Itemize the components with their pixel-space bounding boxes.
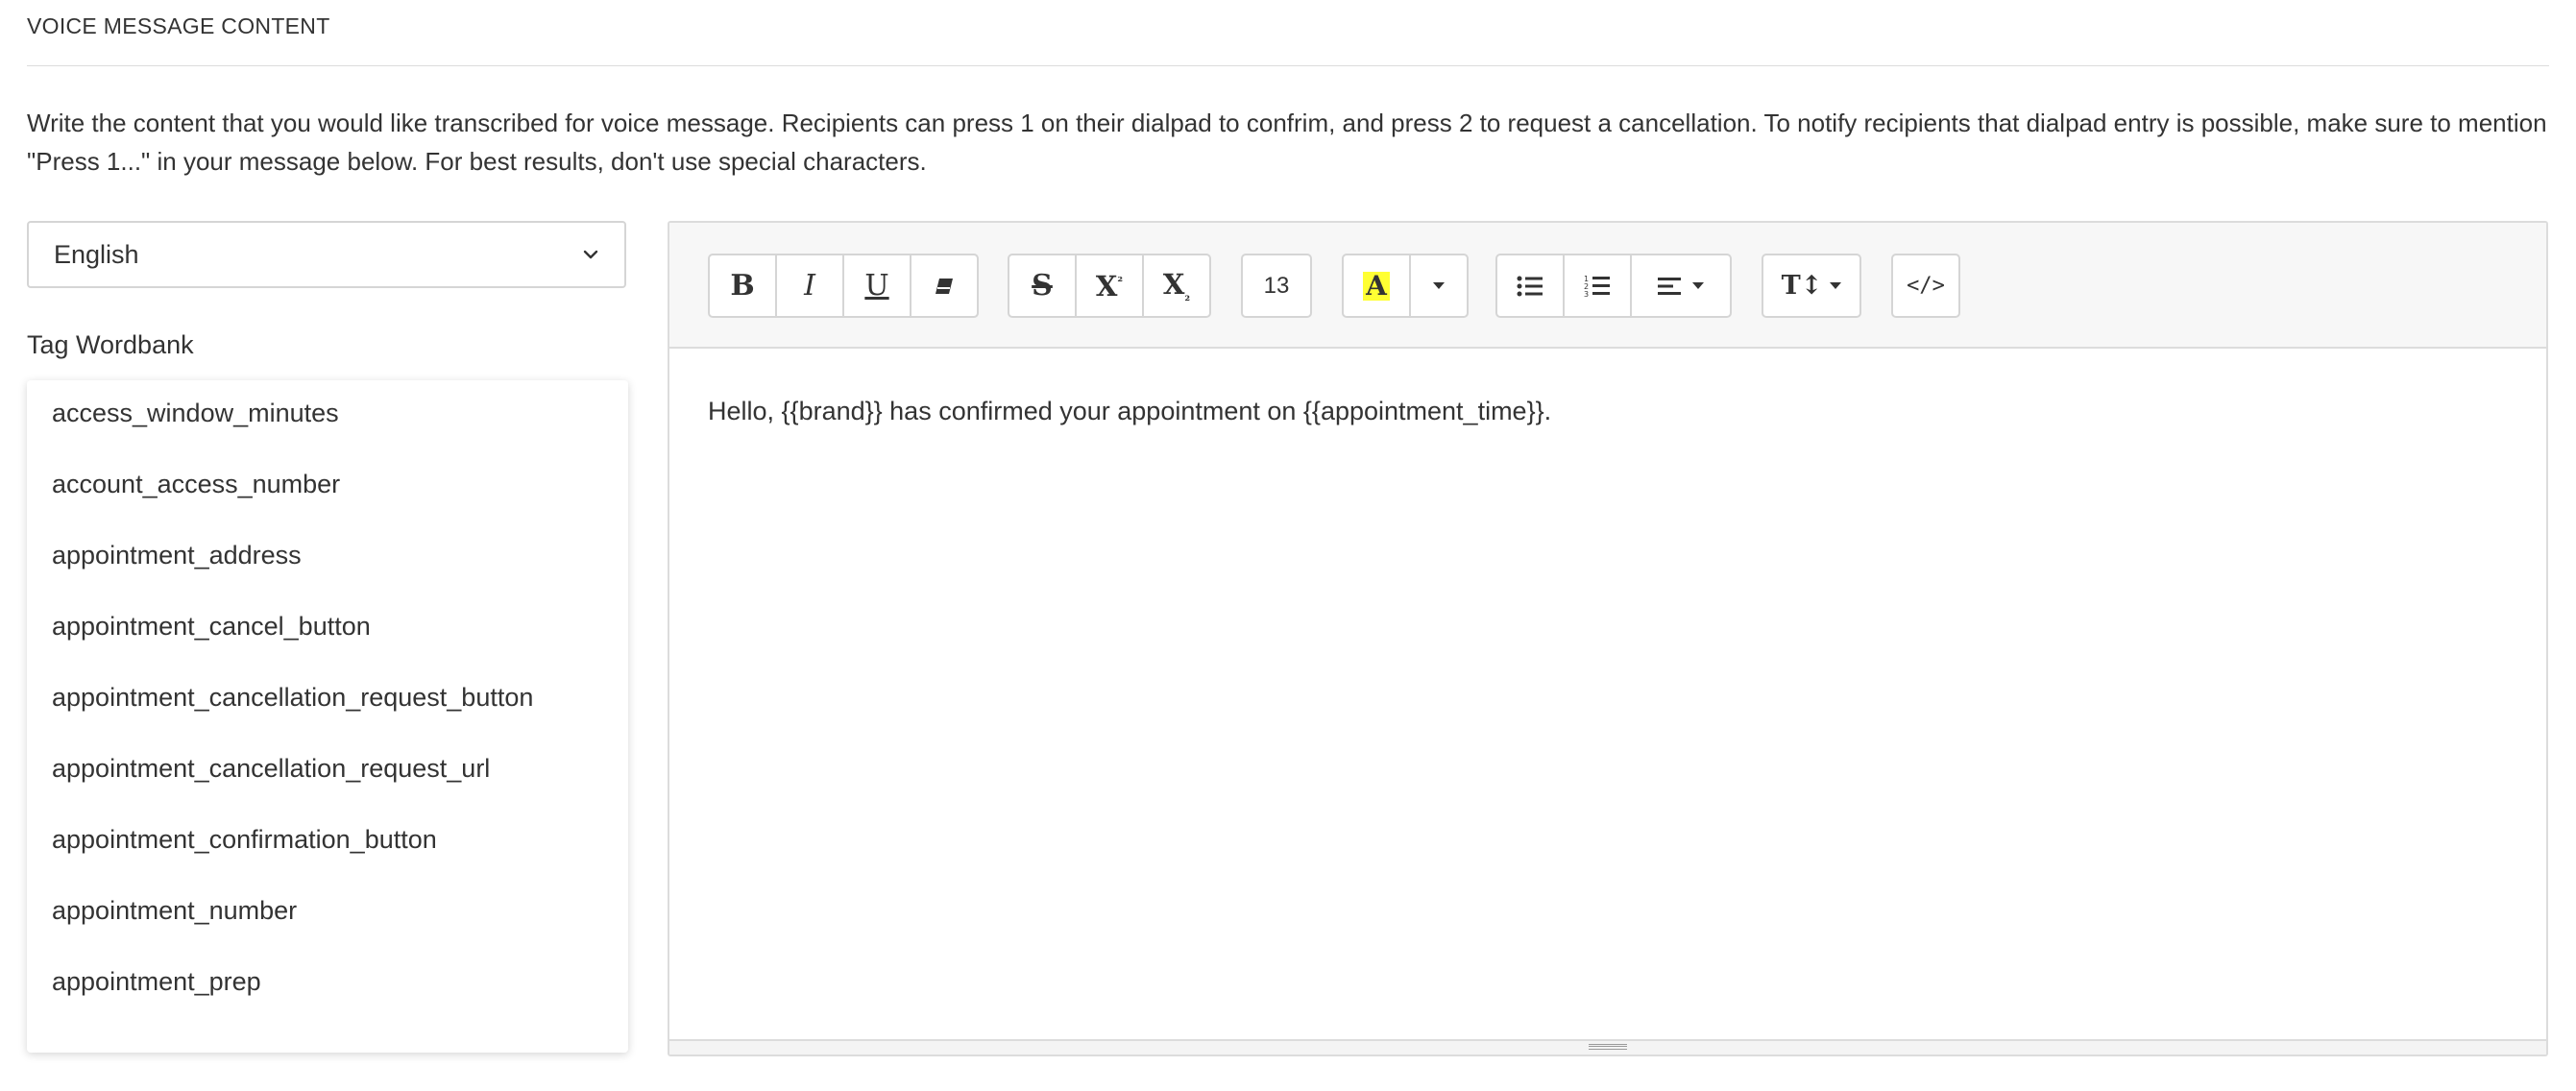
font-size-button[interactable]: 13 xyxy=(1241,254,1312,318)
language-select[interactable]: English xyxy=(27,221,626,288)
tag-wordbank-label: Tag Wordbank xyxy=(27,330,194,359)
section-description: Write the content that you would like tr… xyxy=(27,109,2547,176)
chevron-down-icon xyxy=(583,250,598,259)
highlight-color-button[interactable]: A xyxy=(1342,254,1411,318)
section-divider xyxy=(27,65,2549,66)
subscript-icon: X₂ xyxy=(1162,267,1191,304)
color-dropdown-button[interactable] xyxy=(1409,254,1469,318)
editor-content[interactable]: Hello, {{brand}} has confirmed your appo… xyxy=(708,392,2508,430)
code-view-button[interactable]: </> xyxy=(1891,254,1960,318)
caret-down-icon xyxy=(1830,282,1842,289)
tag-item-appointment-cancel-button[interactable]: appointment_cancel_button xyxy=(27,607,628,678)
strikethrough-icon: S xyxy=(1032,269,1053,303)
bold-icon: B xyxy=(730,269,755,303)
svg-text:3: 3 xyxy=(1584,290,1589,299)
section-title: VOICE MESSAGE CONTENT xyxy=(27,13,330,38)
clear-format-button[interactable] xyxy=(910,254,979,318)
paragraph-group: 1 2 3 xyxy=(1495,254,1732,318)
editor-toolbar: B I U S X² X₂ 13 A 1 2 3 T↕ </> xyxy=(669,223,2546,349)
view-group: </> xyxy=(1891,254,1960,318)
tag-item-access-window-minutes[interactable]: access_window_minutes xyxy=(27,394,628,465)
tag-item-appointment-cancellation-request-button[interactable]: appointment_cancellation_request_button xyxy=(27,678,628,749)
tag-item-appointment-confirmation-button[interactable]: appointment_confirmation_button xyxy=(27,820,628,891)
font-size-group: 13 xyxy=(1241,254,1312,318)
eraser-icon xyxy=(936,278,953,294)
align-dropdown-button[interactable] xyxy=(1630,254,1732,318)
caret-down-icon xyxy=(1433,282,1445,289)
text-height-icon: T↕ xyxy=(1781,271,1823,301)
tag-item-account-access-number[interactable]: account_access_number xyxy=(27,465,628,536)
tag-wordbank-list: access_window_minutes account_access_num… xyxy=(27,380,628,1053)
line-height-button[interactable]: T↕ xyxy=(1762,254,1861,318)
bold-button[interactable]: B xyxy=(708,254,777,318)
tag-item-appointment-cancellation-request-url[interactable]: appointment_cancellation_request_url xyxy=(27,749,628,820)
rich-text-editor: B I U S X² X₂ 13 A 1 2 3 T↕ </> Hello, {… xyxy=(668,221,2548,1056)
underline-button[interactable]: U xyxy=(842,254,911,318)
font-effects-group: S X² X₂ xyxy=(1008,254,1211,318)
tag-item-appointment-address[interactable]: appointment_address xyxy=(27,536,628,607)
resize-grip-icon xyxy=(1589,1044,1627,1050)
font-style-group: B I U xyxy=(708,254,979,318)
italic-icon: I xyxy=(804,269,815,303)
numbered-list-icon: 1 2 3 xyxy=(1584,275,1610,299)
code-icon: </> xyxy=(1907,274,1945,298)
underline-icon: U xyxy=(864,269,889,303)
subscript-button[interactable]: X₂ xyxy=(1142,254,1211,318)
editor-resize-bar[interactable] xyxy=(669,1039,2546,1055)
strikethrough-button[interactable]: S xyxy=(1008,254,1077,318)
superscript-button[interactable]: X² xyxy=(1075,254,1144,318)
highlight-icon: A xyxy=(1363,271,1390,301)
height-group: T↕ xyxy=(1762,254,1861,318)
bullet-list-icon xyxy=(1517,276,1543,296)
font-size-value: 13 xyxy=(1263,272,1290,299)
bullet-list-button[interactable] xyxy=(1495,254,1565,318)
align-left-icon xyxy=(1658,277,1681,295)
superscript-icon: X² xyxy=(1095,269,1124,303)
numbered-list-button[interactable]: 1 2 3 xyxy=(1563,254,1632,318)
language-select-value: English xyxy=(54,240,139,269)
italic-button[interactable]: I xyxy=(775,254,844,318)
caret-down-icon xyxy=(1692,282,1704,289)
color-group: A xyxy=(1342,254,1469,318)
tag-item-appointment-prep[interactable]: appointment_prep xyxy=(27,962,628,1033)
tag-item-appointment-number[interactable]: appointment_number xyxy=(27,891,628,962)
